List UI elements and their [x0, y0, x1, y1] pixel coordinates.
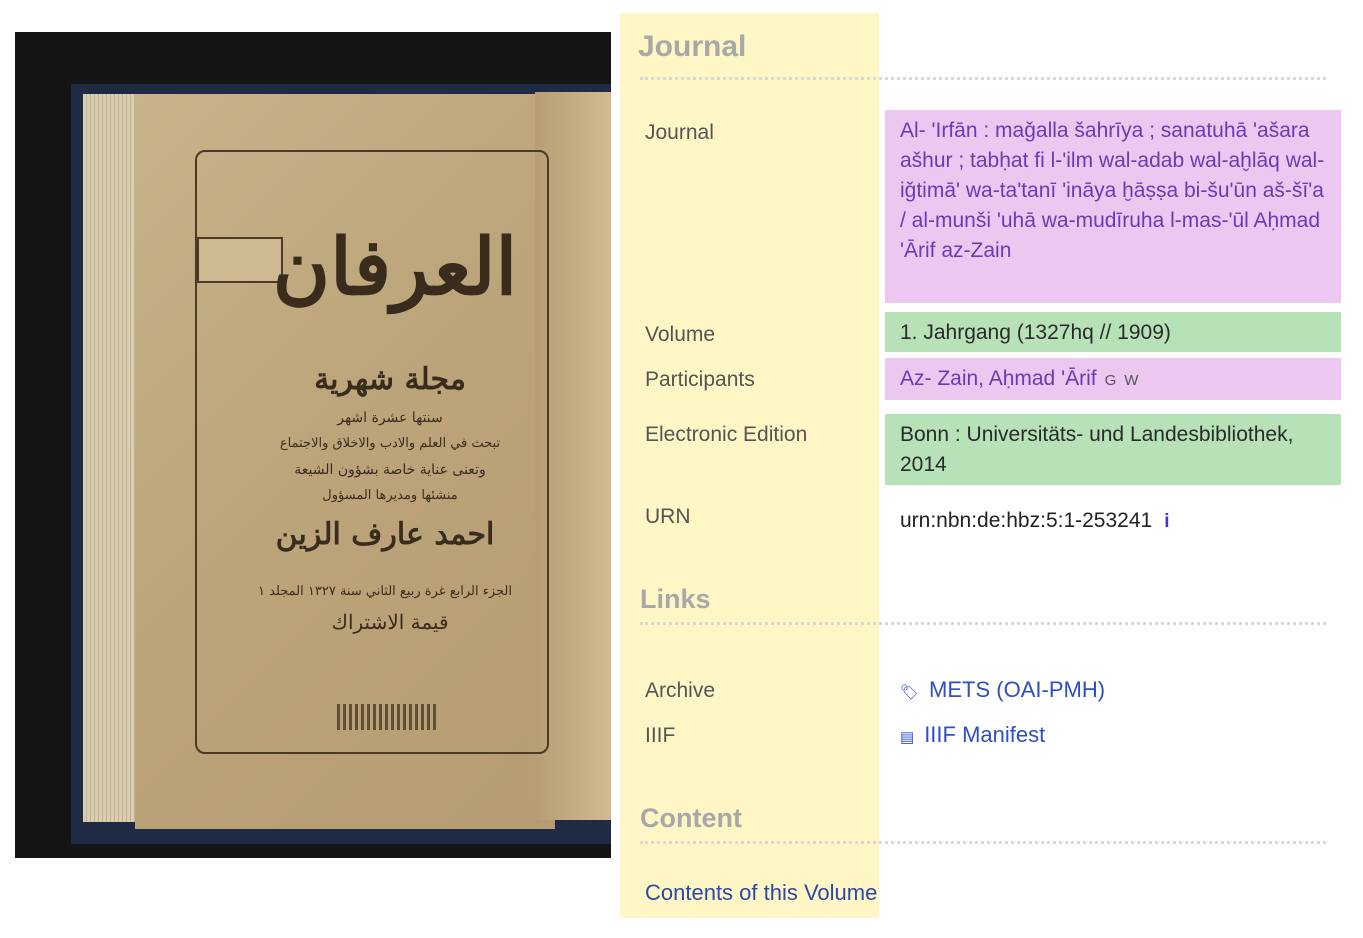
participants-value: Az- Zain, Aḥmad 'Ārif G W	[885, 358, 1341, 400]
section-divider	[640, 622, 1326, 625]
section-divider	[640, 77, 1326, 80]
section-title-content: Content	[640, 803, 742, 833]
cover-line-2: تبحث في العلم والادب والاخلاق والاجتماع	[279, 436, 501, 451]
section-title-links: Links	[640, 584, 711, 614]
section-divider	[640, 841, 1326, 844]
label-column-highlight	[620, 13, 879, 918]
archive-label: Archive	[645, 679, 716, 702]
printer-ornament	[337, 704, 437, 730]
section-title-journal: Journal	[638, 30, 747, 63]
cover-line-1: سنتها عشرة اشهر	[337, 410, 443, 426]
urn-info-icon[interactable]: i	[1164, 511, 1169, 532]
contents-of-volume-link[interactable]: Contents of this Volume	[645, 880, 877, 906]
cover-subscription: قيمة الاشتراك	[331, 610, 449, 634]
iiif-icon: ▤	[900, 729, 915, 746]
participants-label: Participants	[645, 368, 755, 391]
cover-line-4: منشئها ومديرها المسؤول	[322, 488, 458, 503]
cover-editor: احمد عارف الزين	[275, 517, 495, 552]
participant-name[interactable]: Az- Zain, Aḥmad 'Ārif	[900, 367, 1097, 390]
mets-link[interactable]: 🏷 METS (OAI-PMH)	[900, 677, 1105, 703]
volume-value: 1. Jahrgang (1327hq // 1909)	[885, 312, 1341, 352]
cover-line-3: وتعنى عناية خاصة بشؤون الشيعة	[294, 462, 486, 478]
urn-value: urn:nbn:de:hbz:5:1-253241 i	[885, 500, 1341, 540]
volume-cover-image[interactable]: العرفان مجلة شهرية سنتها عشرة اشهر تبحث …	[15, 32, 611, 858]
journal-value: Al- 'Irfān : maǧalla šahrīya ; sanatuhā …	[885, 110, 1341, 303]
cover-title: العرفان	[272, 222, 518, 313]
urn-text: urn:nbn:de:hbz:5:1-253241	[900, 509, 1153, 532]
iiif-link[interactable]: ▤ IIIF Manifest	[900, 722, 1045, 748]
edition-value: Bonn : Universitäts- und Landesbibliothe…	[885, 414, 1341, 485]
iiif-link-text[interactable]: IIIF Manifest	[924, 722, 1045, 747]
journal-label: Journal	[645, 121, 714, 144]
mets-link-text[interactable]: METS (OAI-PMH)	[929, 677, 1105, 702]
tag-icon: 🏷	[900, 684, 920, 701]
cover-subtitle: مجلة شهرية	[314, 362, 466, 397]
edition-label: Electronic Edition	[645, 423, 808, 446]
gnd-link[interactable]: G	[1105, 372, 1117, 389]
cover-issue: الجزء الرابع غرة ربيع الثاني سنة ١٣٢٧ ال…	[258, 584, 512, 599]
volume-label: Volume	[645, 323, 716, 346]
urn-label: URN	[645, 505, 691, 528]
iiif-label: IIIF	[645, 724, 676, 747]
wikipedia-link[interactable]: W	[1124, 372, 1138, 389]
